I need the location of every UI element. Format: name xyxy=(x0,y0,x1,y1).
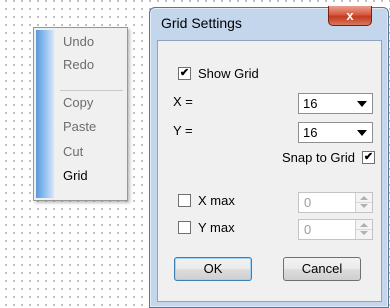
show-grid-label: Show Grid xyxy=(198,66,259,81)
y-max-spinner[interactable]: 0 xyxy=(298,219,373,240)
show-grid-checkbox[interactable]: ✔ xyxy=(178,67,191,80)
grid-settings-dialog: Grid Settings x ✔ Show Grid X = 16 Y = 1… xyxy=(149,6,389,308)
y-max-value: 0 xyxy=(304,222,312,237)
y-select-value: 16 xyxy=(303,125,318,140)
check-icon: ✔ xyxy=(179,67,190,79)
snap-to-grid-label: Snap to Grid xyxy=(282,150,355,165)
menu-item-cut[interactable]: Cut xyxy=(63,141,83,163)
x-max-spin-buttons[interactable] xyxy=(355,193,372,212)
spin-up-icon xyxy=(360,223,368,227)
y-max-checkbox[interactable] xyxy=(178,221,191,234)
menu-gutter xyxy=(36,30,54,198)
dialog-title: Grid Settings xyxy=(161,15,242,31)
x-max-value: 0 xyxy=(304,195,312,210)
y-max-label: Y max xyxy=(198,220,235,235)
spin-up-icon xyxy=(360,196,368,200)
menu-separator xyxy=(60,90,123,91)
x-label: X = xyxy=(173,94,193,109)
dialog-body: ✔ Show Grid X = 16 Y = 16 Snap to Grid ✔… xyxy=(157,40,382,302)
y-max-spin-buttons[interactable] xyxy=(355,220,372,239)
x-max-checkbox[interactable] xyxy=(178,194,191,207)
menu-item-grid[interactable]: Grid xyxy=(63,165,88,187)
menu-item-redo[interactable]: Redo xyxy=(63,54,94,76)
close-button[interactable]: x xyxy=(328,6,372,26)
x-select[interactable]: 16 xyxy=(298,93,373,114)
chevron-down-icon xyxy=(357,130,367,136)
menu-item-undo[interactable]: Undo xyxy=(63,31,94,53)
x-select-value: 16 xyxy=(303,96,318,111)
menu-item-copy[interactable]: Copy xyxy=(63,92,93,114)
chevron-down-icon xyxy=(357,101,367,107)
cancel-button[interactable]: Cancel xyxy=(283,257,361,281)
ok-button[interactable]: OK xyxy=(174,257,252,281)
snap-to-grid-checkbox[interactable]: ✔ xyxy=(362,151,375,164)
menu-item-paste[interactable]: Paste xyxy=(63,116,96,138)
close-icon: x xyxy=(346,8,354,23)
spin-down-icon xyxy=(360,204,368,208)
spin-down-icon xyxy=(360,231,368,235)
check-icon: ✔ xyxy=(363,151,374,163)
y-select[interactable]: 16 xyxy=(298,122,373,143)
context-menu: Undo Redo Copy Paste Cut Grid xyxy=(33,27,128,201)
y-label: Y = xyxy=(173,123,193,138)
x-max-spinner[interactable]: 0 xyxy=(298,192,373,213)
x-max-label: X max xyxy=(198,193,235,208)
